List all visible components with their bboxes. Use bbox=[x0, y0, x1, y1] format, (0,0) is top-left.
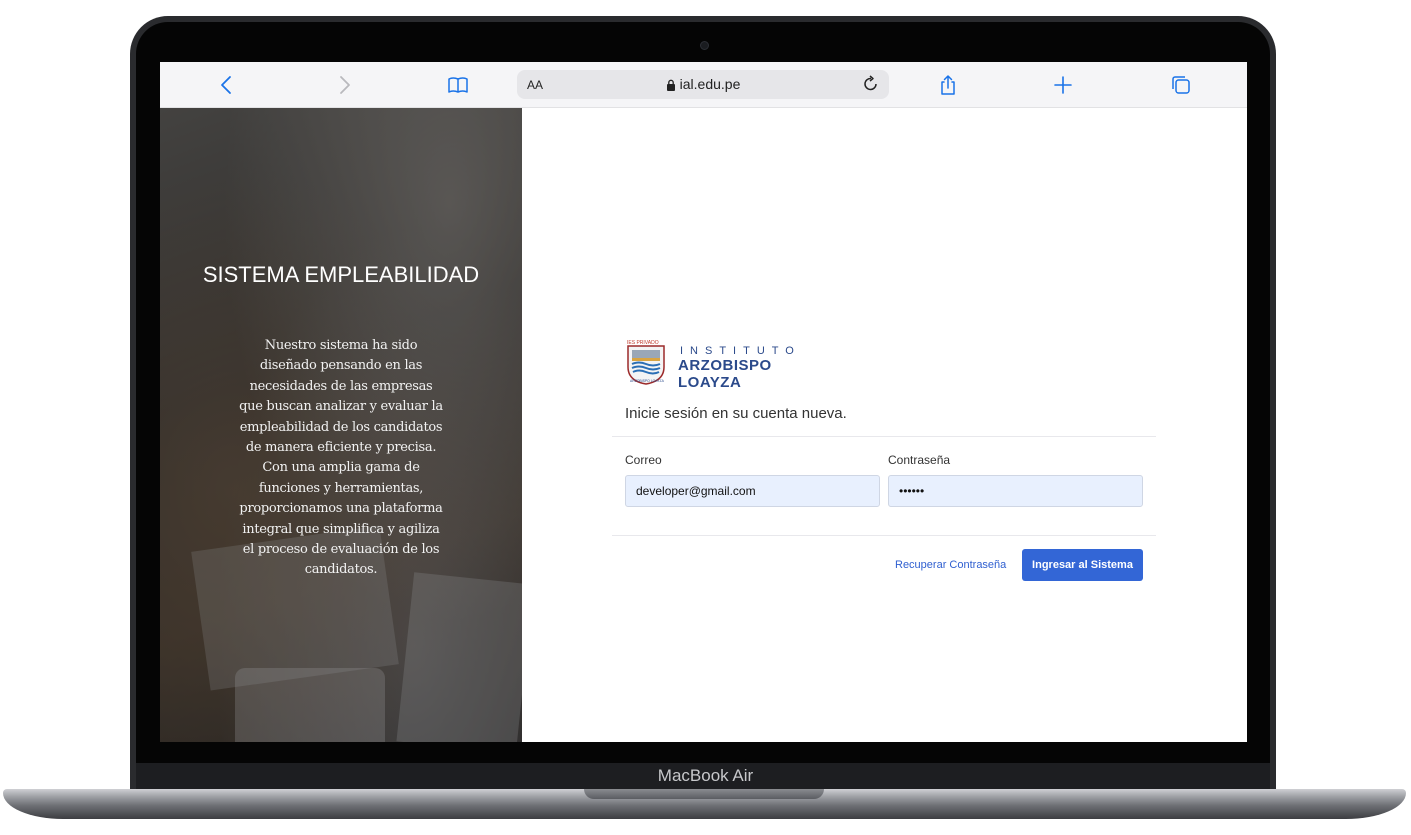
device-label: MacBook Air bbox=[657, 766, 754, 785]
login-button[interactable]: Ingresar al Sistema bbox=[1022, 549, 1143, 581]
browser-toolbar: AA ial.edu.pe bbox=[160, 62, 1247, 108]
laptop-hinge-notch bbox=[584, 789, 824, 799]
logo-line1: INSTITUTO bbox=[680, 345, 801, 357]
camera-dot bbox=[700, 41, 709, 50]
hero-description: Nuestro sistema ha sido diseñado pensand… bbox=[239, 338, 443, 578]
url-text: ial.edu.pe bbox=[679, 76, 741, 92]
reload-icon[interactable] bbox=[861, 74, 881, 94]
hero-panel: SISTEMA EMPLEABILIDAD Nuestro sistema ha… bbox=[160, 108, 522, 742]
plus-icon[interactable] bbox=[1052, 74, 1074, 96]
address-bar[interactable]: AA ial.edu.pe bbox=[517, 70, 889, 99]
email-field[interactable]: developer@gmail.com bbox=[625, 475, 880, 507]
book-icon[interactable] bbox=[447, 74, 469, 96]
browser-screen: AA ial.edu.pe SISTEMA EMPLEABILIDAD Nues bbox=[160, 62, 1247, 742]
logo-line2: ARZOBISPO LOAYZA bbox=[678, 357, 772, 391]
recover-password-link[interactable]: Recuperar Contraseña bbox=[895, 559, 1006, 571]
share-icon[interactable] bbox=[937, 74, 959, 96]
tabs-icon[interactable] bbox=[1170, 74, 1192, 96]
password-label: Contraseña bbox=[888, 453, 951, 467]
divider bbox=[612, 535, 1156, 536]
lock-icon bbox=[666, 78, 676, 94]
divider bbox=[612, 436, 1156, 437]
hero-title: SISTEMA EMPLEABILIDAD bbox=[202, 262, 480, 287]
institute-seal-icon: IES PRIVADO ARZOBISPO LOAYZA bbox=[627, 340, 665, 385]
svg-text:IES PRIVADO: IES PRIVADO bbox=[627, 340, 659, 346]
email-label: Correo bbox=[625, 453, 662, 467]
institute-logo: IES PRIVADO ARZOBISPO LOAYZA INSTITUTO A… bbox=[626, 337, 806, 391]
svg-text:ARZOBISPO LOAYZA: ARZOBISPO LOAYZA bbox=[630, 379, 665, 383]
chevron-left-icon[interactable] bbox=[216, 74, 238, 96]
login-subtitle: Inicie sesión en su cuenta nueva. bbox=[625, 405, 847, 422]
chevron-right-icon[interactable] bbox=[333, 74, 355, 96]
password-field[interactable]: •••••• bbox=[888, 475, 1143, 507]
